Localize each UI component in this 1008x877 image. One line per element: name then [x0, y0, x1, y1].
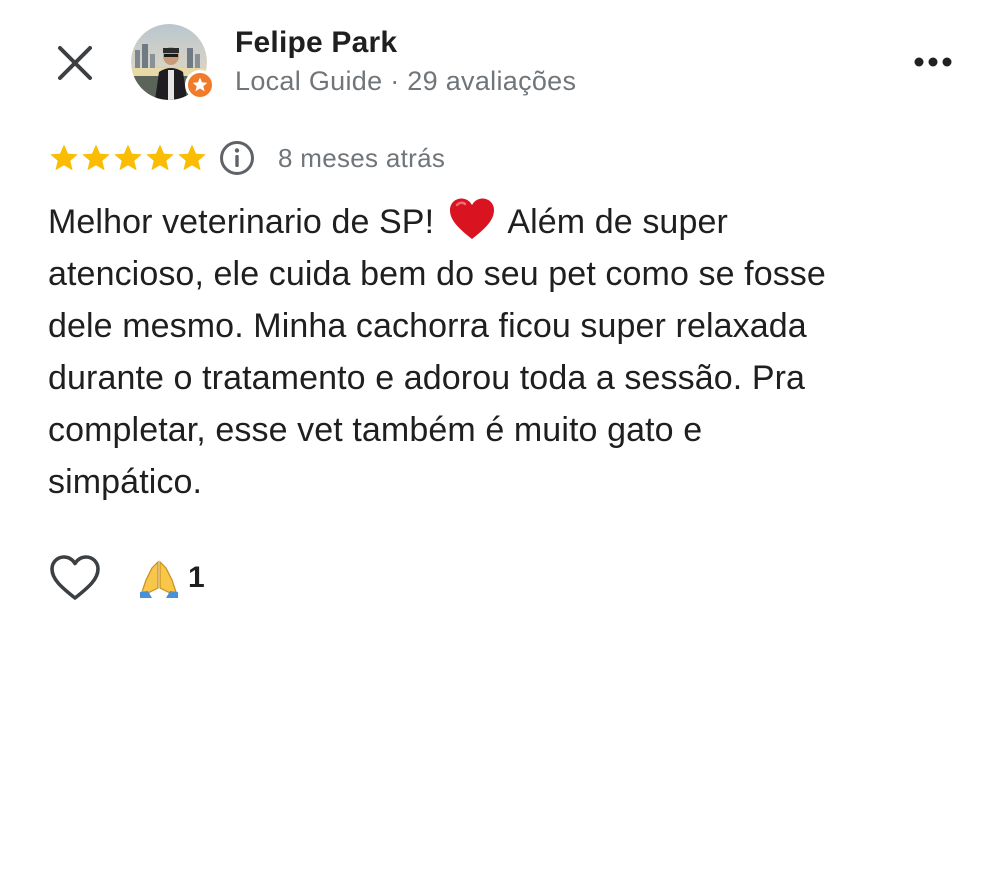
- review-text: Melhor veterinario de SP! Além de super …: [48, 196, 948, 508]
- review-time-ago: 8 meses atrás: [278, 142, 446, 173]
- review-line: dele mesmo. Minha cachorra ficou super r…: [48, 307, 807, 345]
- reviewer-name[interactable]: Felipe Park: [235, 26, 397, 60]
- star-icon: [114, 144, 142, 171]
- star-icon: [82, 144, 110, 171]
- close-icon: [58, 46, 92, 80]
- review-detail-page: Felipe Park Local Guide · 29 avaliações …: [0, 0, 1008, 877]
- reviewer-meta: Local Guide · 29 avaliações: [235, 66, 577, 96]
- local-guide-badge: [185, 70, 215, 100]
- info-icon[interactable]: [218, 139, 256, 177]
- review-line: Melhor veterinario de SP! Além de super: [48, 196, 948, 248]
- local-guide-star-icon: [192, 77, 208, 92]
- review-line-text: Melhor veterinario de SP!: [48, 203, 444, 241]
- close-button[interactable]: [50, 38, 100, 88]
- rating-row: 8 meses atrás: [48, 138, 445, 178]
- avatar-container[interactable]: [131, 24, 215, 100]
- review-line: simpático.: [48, 463, 203, 501]
- more-horizontal-icon: [914, 57, 952, 67]
- red-heart-emoji: [449, 198, 494, 239]
- review-line: durante o tratamento e adorou toda a ses…: [48, 359, 806, 397]
- like-button[interactable]: [48, 553, 102, 603]
- star-rating: [48, 142, 208, 174]
- reaction-count: 1: [188, 561, 205, 594]
- star-icon: [50, 144, 78, 171]
- review-line: completar, esse vet também é muito gato …: [48, 411, 703, 449]
- more-options-button[interactable]: [908, 44, 958, 80]
- heart-outline-icon: [50, 555, 100, 600]
- folded-hands-emoji: [140, 560, 178, 598]
- star-icon: [146, 144, 174, 171]
- review-line-text: Além de super: [499, 203, 728, 241]
- star-icon: [178, 144, 206, 171]
- review-line: atencioso, ele cuida bem do seu pet como…: [48, 255, 826, 293]
- reaction-summary[interactable]: 1: [138, 558, 205, 598]
